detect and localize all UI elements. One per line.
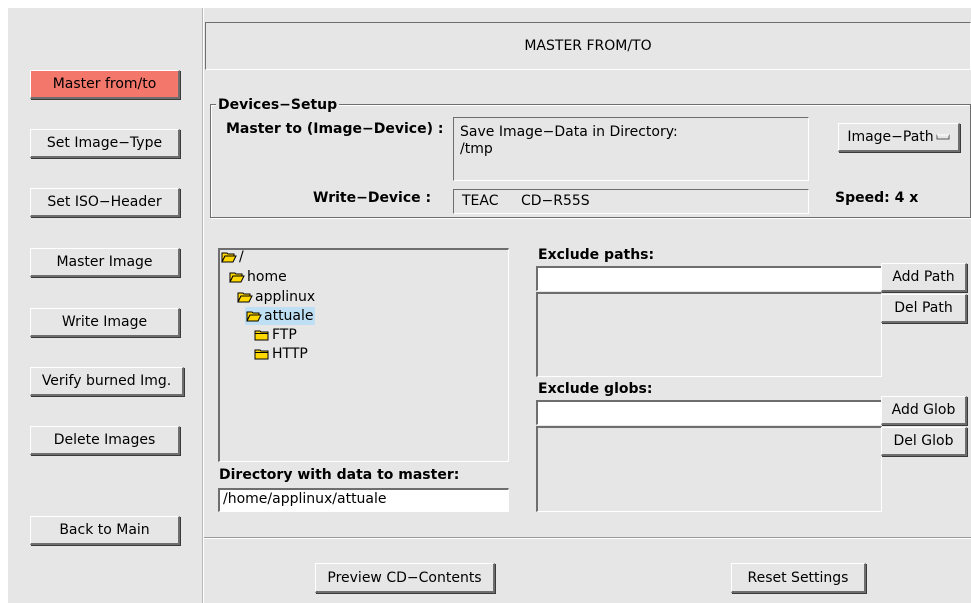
- reset-settings-button[interactable]: Reset Settings: [731, 563, 866, 593]
- tree-item-ftp[interactable]: FTP: [254, 326, 297, 344]
- master-from-to-button[interactable]: Master from/to: [30, 70, 180, 99]
- speed-value: 4 x: [894, 190, 919, 206]
- exclude-globs-list[interactable]: [536, 426, 882, 512]
- tree-item-label: home: [247, 269, 287, 285]
- exclude-path-input[interactable]: [536, 266, 882, 291]
- directory-field[interactable]: /home/applinux/attuale: [218, 488, 509, 512]
- set-image-type-button[interactable]: Set Image−Type: [30, 129, 180, 158]
- add-glob-button[interactable]: Add Glob: [881, 396, 967, 425]
- folder-open-icon: [229, 272, 245, 283]
- write-image-button[interactable]: Write Image: [30, 308, 180, 337]
- tree-item-label: /: [239, 249, 244, 265]
- tree-item-label: attuale: [264, 308, 314, 324]
- devices-setup-title: Devices−Setup: [216, 97, 340, 113]
- folder-closed-icon: [254, 349, 269, 360]
- master-to-line1: Save Image−Data in Directory:: [460, 124, 678, 140]
- master-to-display: Save Image−Data in Directory: /tmp: [453, 117, 809, 181]
- folder-open-icon: [221, 252, 237, 263]
- preview-cd-contents-button[interactable]: Preview CD−Contents: [315, 563, 495, 593]
- tree-item-label: HTTP: [272, 346, 308, 362]
- tree-item-label: applinux: [255, 289, 316, 305]
- option-menu-indicator-icon: [936, 134, 950, 140]
- tree-item-attuale[interactable]: attuale: [245, 307, 315, 325]
- exclude-globs-label: Exclude globs:: [538, 381, 653, 397]
- speed-readout: Speed: 4 x: [835, 190, 918, 206]
- add-path-button[interactable]: Add Path: [881, 263, 967, 292]
- write-device-label: Write−Device :: [313, 190, 432, 206]
- image-path-label: Image−Path: [847, 129, 934, 145]
- exclude-paths-label: Exclude paths:: [538, 247, 655, 263]
- delete-images-button[interactable]: Delete Images: [30, 426, 180, 455]
- speed-label: Speed:: [835, 190, 890, 206]
- tree-item-applinux[interactable]: applinux: [237, 288, 315, 306]
- write-device-vendor: TEAC: [462, 193, 499, 209]
- exclude-paths-list[interactable]: [536, 292, 882, 377]
- folder-open-icon: [237, 292, 253, 303]
- verify-burned-image-button[interactable]: Verify burned Img.: [30, 367, 184, 396]
- page-header: MASTER FROM/TO: [205, 22, 971, 70]
- master-to-line2: /tmp: [460, 141, 493, 157]
- del-glob-button[interactable]: Del Glob: [881, 427, 967, 456]
- back-to-main-button[interactable]: Back to Main: [30, 516, 180, 545]
- master-to-label: Master to (Image−Device) :: [226, 121, 444, 137]
- tree-item-root[interactable]: /: [221, 248, 244, 266]
- tree-item-label: FTP: [272, 327, 297, 343]
- footer-separator: [204, 537, 971, 539]
- del-path-button[interactable]: Del Path: [881, 294, 967, 323]
- tree-item-home[interactable]: home: [229, 268, 287, 286]
- folder-closed-icon: [254, 330, 269, 341]
- page-title: MASTER FROM/TO: [524, 38, 652, 54]
- set-iso-header-button[interactable]: Set ISO−Header: [30, 188, 180, 217]
- tree-item-http[interactable]: HTTP: [254, 345, 308, 363]
- image-path-button[interactable]: Image−Path: [838, 123, 960, 152]
- folder-open-icon: [246, 311, 262, 322]
- write-device-display: TEAC CD−R55S: [453, 189, 809, 214]
- directory-label: Directory with data to master:: [219, 467, 460, 483]
- write-device-model: CD−R55S: [520, 193, 590, 209]
- master-image-button[interactable]: Master Image: [30, 248, 180, 277]
- sidebar-divider: [202, 8, 204, 603]
- exclude-glob-input[interactable]: [536, 400, 882, 425]
